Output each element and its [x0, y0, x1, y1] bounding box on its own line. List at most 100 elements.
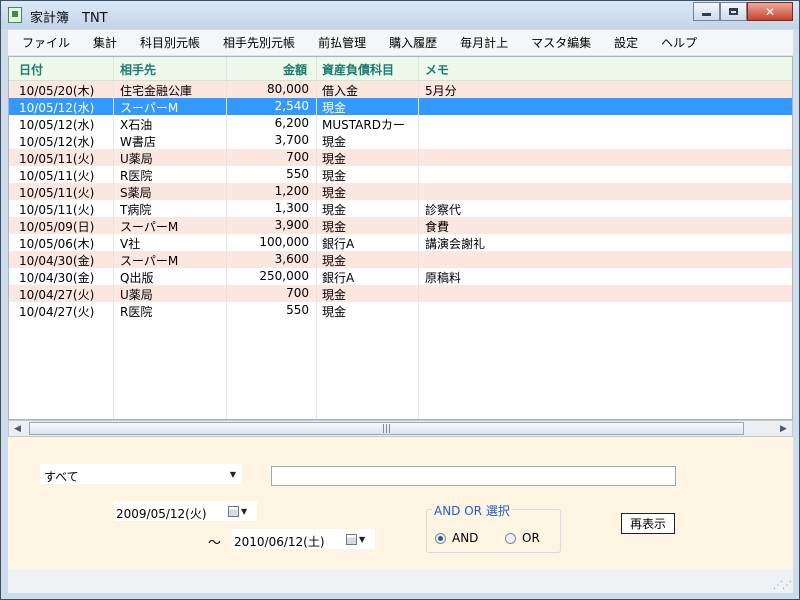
cell-amount: 700 — [286, 150, 309, 164]
menu-monthly[interactable]: 毎月計上 — [446, 34, 517, 51]
table-row[interactable]: 10/05/12(水) W書店 3,700 現金 — [9, 132, 792, 149]
calendar-icon — [346, 534, 357, 545]
scroll-left-button[interactable]: ◀ — [9, 421, 26, 436]
cell-partner: R医院 — [120, 169, 153, 183]
status-bar: ⋰⋰ — [8, 569, 793, 593]
transactions-grid[interactable]: 日付 相手先 金額 資産負債科目 メモ 10/05/20(木) 住宅金融公庫 80,… — [8, 56, 793, 420]
table-row[interactable]: 10/05/12(水) スーパーM 2,540 現金 — [9, 98, 792, 115]
search-input[interactable] — [271, 466, 676, 486]
menu-settings[interactable]: 設定 — [600, 34, 647, 51]
cell-date: 10/05/12(水) — [19, 101, 95, 115]
cell-partner: U薬局 — [120, 152, 153, 166]
cell-partner: T病院 — [120, 203, 152, 217]
cell-account: 現金 — [322, 254, 347, 268]
and-radio-indicator[interactable] — [435, 532, 446, 544]
cell-amount: 3,900 — [274, 218, 309, 232]
maximize-button[interactable] — [720, 2, 747, 21]
cell-account: 現金 — [322, 220, 347, 234]
cell-amount: 100,000 — [259, 235, 309, 249]
category-select[interactable]: すべて ▼ — [40, 464, 242, 484]
maximize-icon — [729, 8, 738, 15]
cell-amount: 250,000 — [259, 269, 309, 283]
cell-account: 現金 — [322, 288, 347, 302]
and-radio[interactable]: AND — [435, 531, 478, 545]
or-radio-label[interactable]: OR — [522, 531, 540, 545]
table-row[interactable]: 10/05/20(木) 住宅金融公庫 80,000 借入金 5月分 — [9, 81, 792, 98]
menu-help[interactable]: ヘルプ — [647, 34, 706, 51]
menu-bar: ファイル 集計 科目別元帳 相手先別元帳 前払管理 購入履歴 毎月計上 マスタ編… — [8, 30, 793, 56]
resize-grip-icon[interactable]: ⋰⋰ — [773, 580, 792, 591]
menu-summary[interactable]: 集計 — [79, 34, 126, 51]
minimize-button[interactable] — [693, 2, 720, 21]
table-row[interactable]: 10/05/09(日) スーパーM 3,900 現金 食費 — [9, 217, 792, 234]
column-header-date[interactable]: 日付 — [19, 61, 43, 78]
cell-amount: 3,700 — [274, 133, 309, 147]
column-divider — [316, 57, 317, 419]
menu-partner-ledger[interactable]: 相手先別元帳 — [209, 34, 304, 51]
filter-panel: すべて ▼ 2009/05/12(火) ▼ ～ 2010/06/12(土) ▼ … — [8, 437, 793, 569]
refresh-button[interactable]: 再表示 — [621, 513, 675, 534]
cell-account: 現金 — [322, 203, 347, 217]
column-header-amount[interactable]: 金額 — [283, 61, 307, 78]
cell-account: 銀行A — [322, 237, 355, 251]
cell-amount: 6,200 — [274, 116, 309, 130]
and-or-group-title: AND OR 選択 — [432, 502, 512, 519]
or-radio[interactable]: OR — [505, 531, 540, 545]
and-radio-label[interactable]: AND — [452, 531, 478, 545]
and-or-group: AND OR 選択 AND OR — [426, 502, 561, 553]
cell-date: 10/05/09(日) — [19, 220, 95, 234]
cell-account: 銀行A — [322, 271, 355, 285]
category-select-value: すべて — [44, 470, 79, 484]
menu-master-edit[interactable]: マスタ編集 — [517, 34, 600, 51]
table-row[interactable]: 10/05/11(火) S薬局 1,200 現金 — [9, 183, 792, 200]
date-to-dropdown[interactable]: ▼ — [346, 532, 372, 547]
cell-date: 10/05/12(水) — [19, 135, 95, 149]
date-from-dropdown[interactable]: ▼ — [228, 504, 254, 519]
cell-account: 現金 — [322, 186, 347, 200]
cell-account: 借入金 — [322, 84, 359, 98]
table-row[interactable]: 10/04/27(火) U薬局 700 現金 — [9, 285, 792, 302]
cell-date: 10/05/11(火) — [19, 186, 95, 200]
column-header-account[interactable]: 資産負債科目 — [322, 61, 394, 78]
column-divider — [113, 57, 114, 419]
table-row[interactable]: 10/05/11(火) R医院 550 現金 — [9, 166, 792, 183]
column-header-partner[interactable]: 相手先 — [120, 61, 156, 78]
table-row[interactable]: 10/04/30(金) スーパーM 3,600 現金 — [9, 251, 792, 268]
or-radio-indicator[interactable] — [505, 532, 516, 544]
cell-partner: W書店 — [120, 135, 156, 149]
chevron-down-icon[interactable]: ▼ — [225, 465, 241, 483]
close-button[interactable]: ✕ — [747, 2, 793, 21]
scroll-right-button[interactable]: ▶ — [775, 421, 792, 436]
column-header-memo[interactable]: メモ — [425, 61, 449, 78]
cell-memo: 5月分 — [425, 84, 457, 98]
cell-account: 現金 — [322, 152, 347, 166]
menu-prepaid[interactable]: 前払管理 — [304, 34, 375, 51]
cell-amount: 1,200 — [274, 184, 309, 198]
menu-purchase-history[interactable]: 購入履歴 — [375, 34, 446, 51]
cell-partner: U薬局 — [120, 288, 153, 302]
menu-file[interactable]: ファイル — [8, 34, 79, 51]
cell-account: 現金 — [322, 305, 347, 319]
date-from-picker[interactable]: 2009/05/12(火) ▼ — [114, 501, 257, 521]
table-row[interactable]: 10/04/30(金) Q出版 250,000 銀行A 原稿料 — [9, 268, 792, 285]
cell-partner: S薬局 — [120, 186, 152, 200]
table-row[interactable]: 10/04/27(火) R医院 550 現金 — [9, 302, 792, 319]
cell-amount: 550 — [286, 167, 309, 181]
cell-amount: 700 — [286, 286, 309, 300]
menu-account-ledger[interactable]: 科目別元帳 — [126, 34, 209, 51]
grid-header: 日付 相手先 金額 資産負債科目 メモ — [9, 57, 792, 81]
table-row[interactable]: 10/05/11(火) T病院 1,300 現金 診察代 — [9, 200, 792, 217]
cell-date: 10/05/11(火) — [19, 152, 95, 166]
cell-partner: V社 — [120, 237, 141, 251]
date-to-picker[interactable]: 2010/06/12(土) ▼ — [232, 529, 375, 549]
chevron-down-icon: ▼ — [241, 507, 248, 516]
scroll-thumb[interactable]: ||| — [29, 422, 744, 435]
horizontal-scrollbar[interactable]: ◀ ||| ▶ — [8, 420, 793, 437]
cell-amount: 550 — [286, 303, 309, 317]
table-row[interactable]: 10/05/06(木) V社 100,000 銀行A 講演会謝礼 — [9, 234, 792, 251]
table-row[interactable]: 10/05/12(水) X石油 6,200 MUSTARDカー — [9, 115, 792, 132]
range-separator: ～ — [208, 536, 222, 551]
title-bar[interactable]: 家計簿 TNT ✕ — [1, 1, 799, 29]
table-row[interactable]: 10/05/11(火) U薬局 700 現金 — [9, 149, 792, 166]
cell-account: 現金 — [322, 101, 347, 115]
